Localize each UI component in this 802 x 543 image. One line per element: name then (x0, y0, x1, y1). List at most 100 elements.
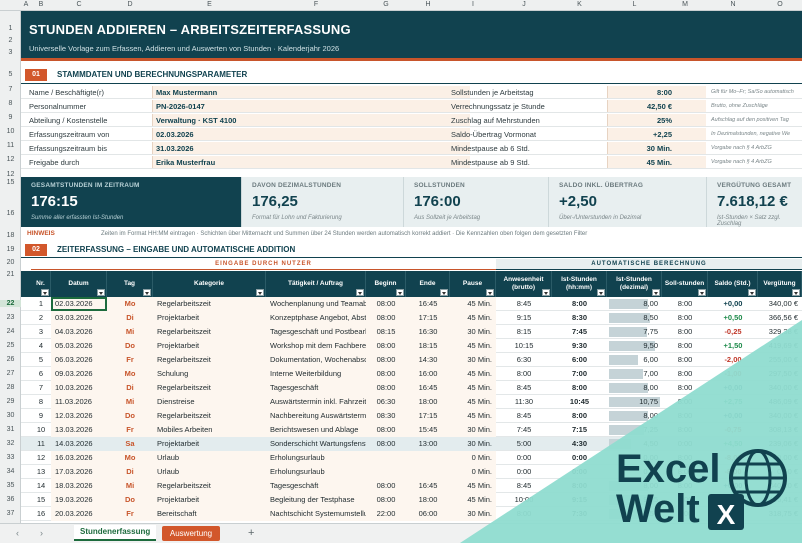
cell-cat[interactable]: Mobiles Arbeiten (153, 423, 266, 437)
cell-pause[interactable]: 45 Min. (450, 479, 496, 493)
cell-brutto[interactable]: 8:45 (496, 409, 552, 423)
column-header[interactable]: Ist-Stunden (dezimal) (607, 271, 662, 297)
column-header[interactable]: Beginn (366, 271, 406, 297)
cell-cat[interactable]: Regelarbeitszeit (153, 297, 266, 311)
cell-start[interactable]: 08:30 (366, 409, 406, 423)
row-header[interactable]: 15 (0, 179, 21, 186)
cell-start[interactable]: 08:00 (366, 311, 406, 325)
cell-nr[interactable]: 11 (31, 437, 51, 451)
cell-dec[interactable]: 8,00 (607, 409, 662, 423)
cell-ist[interactable]: 0:00 (552, 465, 607, 479)
cell-ist[interactable]: 7:45 (552, 325, 607, 339)
col-m[interactable]: M (662, 1, 708, 8)
cell-cat[interactable]: Projektarbeit (153, 493, 266, 507)
cell-pay[interactable]: 340,00 € (758, 381, 802, 395)
cell-date[interactable]: 12.03.2026 (51, 409, 107, 423)
filter-dropdown-icon[interactable] (396, 289, 404, 296)
cell-cat[interactable]: Urlaub (153, 465, 266, 479)
cell-end[interactable]: 18:00 (406, 395, 450, 409)
filter-dropdown-icon[interactable] (698, 289, 706, 296)
row-header[interactable]: 36 (0, 496, 21, 503)
row-header[interactable]: 3 (0, 49, 21, 56)
row-header[interactable]: 12 (0, 171, 21, 178)
cell-pay[interactable]: 419,69 € (758, 339, 802, 353)
cell-task[interactable]: Interne Weiterbildung (266, 367, 366, 381)
column-header[interactable]: Saldo (Std.) (708, 271, 758, 297)
cell-date[interactable]: 19.03.2026 (51, 493, 107, 507)
cell-pause[interactable]: 45 Min. (450, 381, 496, 395)
cell-ist[interactable]: 8:30 (552, 311, 607, 325)
row-header[interactable]: 22 (0, 300, 21, 307)
cell-dec[interactable]: 0,00 (607, 465, 662, 479)
col-g[interactable]: G (366, 1, 406, 8)
cell-date[interactable]: 06.03.2026 (51, 353, 107, 367)
cell-date[interactable]: 20.03.2026 (51, 507, 107, 521)
cell-brutto[interactable]: 8:00 (496, 367, 552, 381)
cell-pay[interactable]: 486,09 € (758, 395, 802, 409)
cell-pay[interactable]: 318,75 € (758, 507, 802, 521)
cell-cat[interactable]: Schulung (153, 367, 266, 381)
cell-saldo[interactable]: +0,00 (708, 297, 758, 311)
scroll-right-icon[interactable]: › (40, 528, 43, 538)
cell-saldo[interactable]: +1,25 (708, 493, 758, 507)
col-e[interactable]: E (153, 1, 266, 8)
cell-pause[interactable]: 45 Min. (450, 311, 496, 325)
cell-task[interactable]: Tagesgeschäft und Postbearbeitung (266, 325, 366, 339)
cell-saldo[interactable]: +0,50 (708, 311, 758, 325)
cell-cat[interactable]: Projektarbeit (153, 339, 266, 353)
cell-dec[interactable]: 9,25 (607, 493, 662, 507)
cell-day[interactable]: Sa (107, 437, 153, 451)
cell-end[interactable]: 16:30 (406, 325, 450, 339)
cell-end[interactable]: 18:00 (406, 493, 450, 507)
filter-dropdown-icon[interactable] (486, 289, 494, 296)
cell-brutto[interactable]: 7:45 (496, 423, 552, 437)
filter-dropdown-icon[interactable] (41, 289, 49, 296)
cell-ist[interactable]: 8:00 (552, 409, 607, 423)
cell-day[interactable]: Di (107, 381, 153, 395)
column-header[interactable]: Ende (406, 271, 450, 297)
cell-ist[interactable]: 7:30 (552, 507, 607, 521)
column-header[interactable]: Ist-Stunden (hh:mm) (552, 271, 607, 297)
row-header[interactable]: 12 (0, 156, 21, 163)
cell-brutto[interactable]: 8:45 (496, 479, 552, 493)
cell-cat[interactable]: Regelarbeitszeit (153, 381, 266, 395)
cell-pause[interactable]: 30 Min. (450, 507, 496, 521)
parameter-value-cell[interactable]: 42,50 € (607, 100, 706, 112)
col-a[interactable]: A (21, 1, 31, 8)
cell-dec[interactable]: 6,00 (607, 353, 662, 367)
cell-saldo[interactable]: -0,50 (708, 507, 758, 521)
parameter-value-cell[interactable]: 30 Min. (607, 142, 706, 154)
row-header[interactable]: 25 (0, 342, 21, 349)
cell-task[interactable]: Nachbereitung Auswärtstermin (266, 409, 366, 423)
row-header[interactable]: 9 (0, 114, 21, 121)
cell-ist[interactable]: 9:30 (552, 339, 607, 353)
cell-brutto[interactable]: 11:30 (496, 395, 552, 409)
cell-pay[interactable]: 329,38 € (758, 325, 802, 339)
tab-stundenerfassung[interactable]: Stundenerfassung (74, 525, 157, 541)
cell-cat[interactable]: Dienstreise (153, 395, 266, 409)
column-header[interactable]: Nr. (31, 271, 51, 297)
cell-start[interactable]: 08:00 (366, 423, 406, 437)
cell-pay[interactable]: 340,00 € (758, 409, 802, 423)
cell-day[interactable]: Mi (107, 479, 153, 493)
field-value-cell[interactable]: Max Mustermann (152, 86, 470, 98)
cell-ist[interactable]: 6:00 (552, 353, 607, 367)
cell-dec[interactable]: 7,00 (607, 367, 662, 381)
cell-saldo[interactable]: +4,50 (708, 437, 758, 451)
cell-pay[interactable]: 308,13 € (758, 423, 802, 437)
cell-pause[interactable]: 45 Min. (450, 297, 496, 311)
cell-date[interactable]: 13.03.2026 (51, 423, 107, 437)
row-header[interactable]: 7 (0, 86, 21, 93)
cell-pay[interactable]: 255,00 € (758, 353, 802, 367)
cell-dec[interactable]: 8,50 (607, 311, 662, 325)
cell-start[interactable]: 08:00 (366, 339, 406, 353)
cell-brutto[interactable]: 8:15 (496, 325, 552, 339)
row-header[interactable]: 29 (0, 398, 21, 405)
col-k[interactable]: K (552, 1, 607, 8)
field-value-cell[interactable]: Verwaltung · KST 4100 (152, 114, 470, 126)
cell-task[interactable]: Tagesgeschäft (266, 381, 366, 395)
cell-soll[interactable]: 8:00 (662, 325, 708, 339)
cell-nr[interactable]: 10 (31, 423, 51, 437)
cell-dec[interactable]: 10,75 (607, 395, 662, 409)
cell-soll[interactable]: 8:00 (662, 451, 708, 465)
